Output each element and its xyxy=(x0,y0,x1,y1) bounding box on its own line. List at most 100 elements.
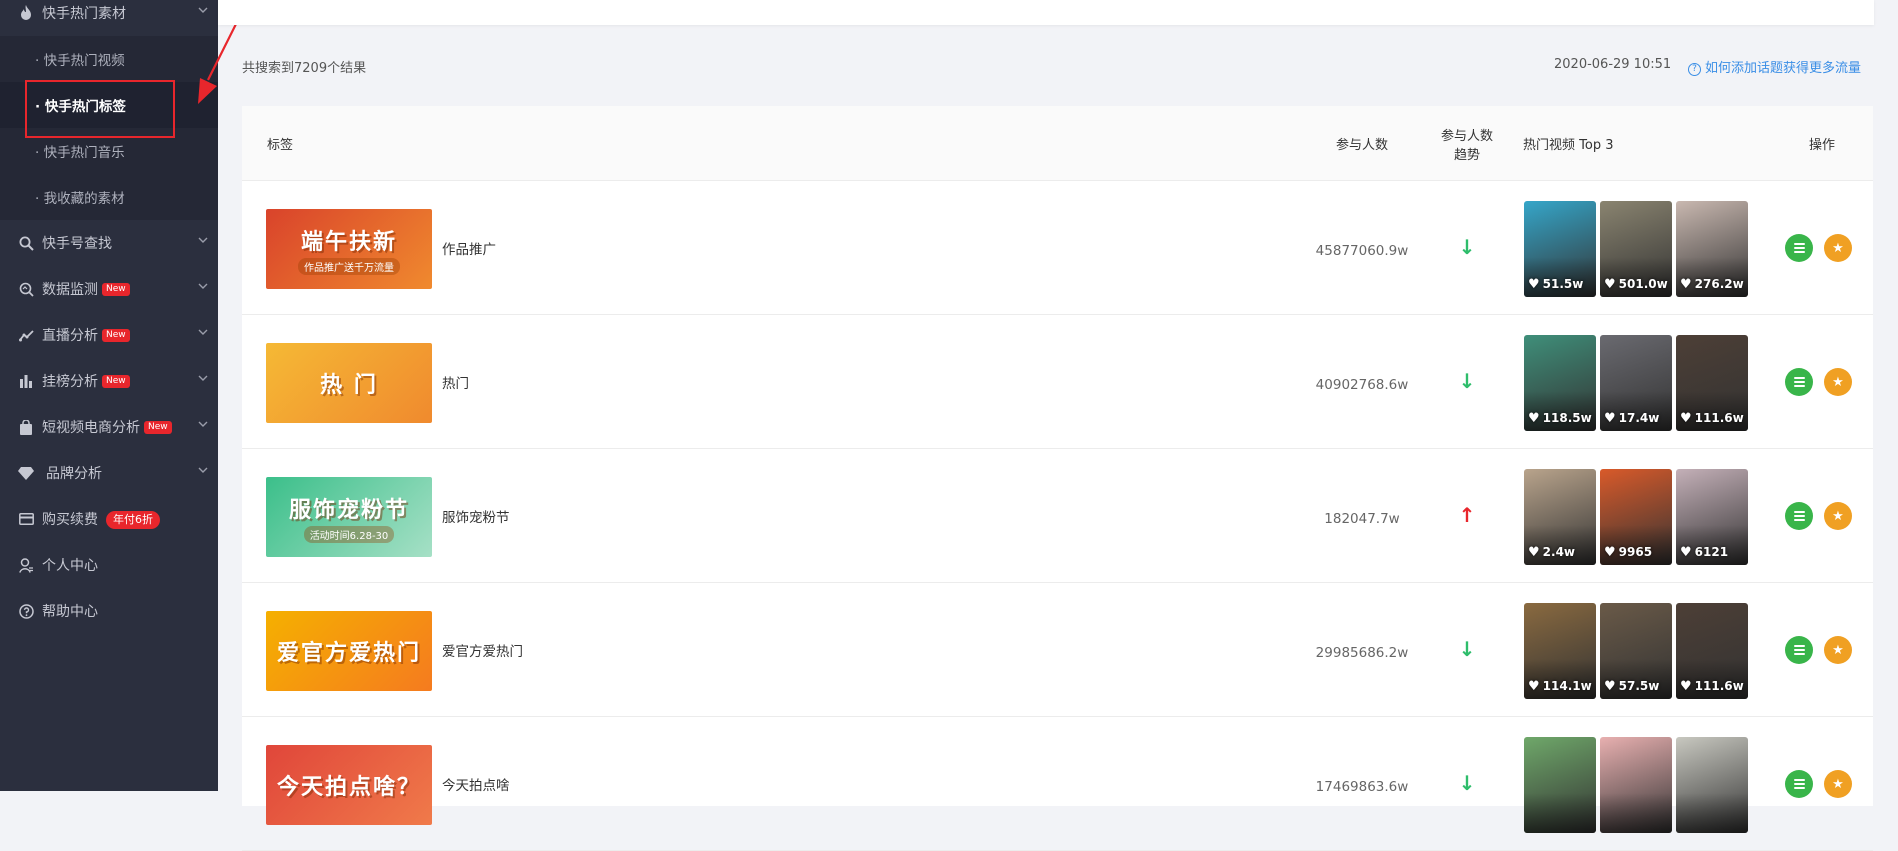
chevron-down-icon xyxy=(198,281,208,292)
bar-chart-icon xyxy=(18,373,34,389)
table-row: 服饰宠粉节 活动时间6.28-30 服饰宠粉节 182047.7w ↑ ♥ 2.4… xyxy=(242,449,1873,583)
sidebar-item-goods-analysis[interactable]: 挂榜分析 New xyxy=(0,358,218,404)
favorite-button[interactable]: ★ xyxy=(1824,770,1852,798)
thumb-subtext: 作品推广送千万流量 xyxy=(298,257,400,275)
top-video-thumbnail[interactable]: ♥ 2.4w xyxy=(1524,469,1596,565)
sidebar-item-account-search[interactable]: 快手号查找 xyxy=(0,220,218,266)
tag-name[interactable]: 今天拍点啥 xyxy=(442,774,510,794)
video-likes: ♥ 114.1w xyxy=(1528,679,1592,694)
promo-badge: 年付6折 xyxy=(106,511,160,529)
video-shade xyxy=(1524,793,1596,833)
detail-button[interactable] xyxy=(1785,636,1813,664)
detail-button[interactable] xyxy=(1785,234,1813,262)
sidebar-item-label: 购买续费 xyxy=(42,512,98,528)
sidebar-subitem-label: · 快手热门音乐 xyxy=(35,145,125,161)
chevron-down-icon xyxy=(198,373,208,384)
top-video-thumbnail[interactable] xyxy=(1524,737,1596,833)
top-video-thumbnail[interactable]: ♥ 17.4w xyxy=(1600,335,1672,431)
tag-thumbnail[interactable]: 服饰宠粉节 活动时间6.28-30 xyxy=(266,477,432,557)
sidebar-subitem-hot-videos[interactable]: · 快手热门视频 xyxy=(0,36,218,82)
star-icon: ★ xyxy=(1832,642,1844,658)
table-row: 爱官方爱热门 爱官方爱热门 29985686.2w ↓ ♥ 114.1w ♥ 57.5… xyxy=(242,583,1873,717)
video-likes-count: 118.5w xyxy=(1542,411,1592,425)
favorite-button[interactable]: ★ xyxy=(1824,234,1852,262)
video-likes-count: 276.2w xyxy=(1694,277,1744,291)
video-likes: ♥ 2.4w xyxy=(1528,545,1575,560)
top-video-thumbnail[interactable] xyxy=(1676,737,1748,833)
help-topic-link-label: 如何添加话题获得更多流量 xyxy=(1705,61,1862,76)
favorite-button[interactable]: ★ xyxy=(1824,636,1852,664)
top-video-thumbnail[interactable]: ♥ 501.0w xyxy=(1600,201,1672,297)
video-likes: ♥ 501.0w xyxy=(1604,277,1668,292)
participant-count: 29985686.2w xyxy=(1315,645,1409,661)
tag-table: 标签 参与人数 参与人数 趋势 热门视频 Top 3 操作 端午扶新 作品推广送… xyxy=(242,106,1873,851)
sidebar-item-label: 帮助中心 xyxy=(42,604,98,620)
top-video-thumbnail[interactable]: ♥ 114.1w xyxy=(1524,603,1596,699)
top-video-thumbnail[interactable]: ♥ 276.2w xyxy=(1676,201,1748,297)
top-video-thumbnail[interactable]: ♥ 6121 xyxy=(1676,469,1748,565)
tag-name[interactable]: 热门 xyxy=(442,372,469,392)
fire-icon xyxy=(18,5,34,21)
top-video-thumbnail[interactable]: ♥ 9965 xyxy=(1600,469,1672,565)
thumb-text: 爱官方爱热门 xyxy=(276,641,421,666)
tag-thumbnail[interactable]: 端午扶新 作品推广送千万流量 xyxy=(266,209,432,289)
table-header: 标签 参与人数 参与人数 趋势 热门视频 Top 3 操作 xyxy=(242,106,1873,181)
tag-thumbnail[interactable]: 今天拍点啥？ xyxy=(266,745,432,825)
tag-thumbnail[interactable]: 爱官方爱热门 xyxy=(266,611,432,691)
help-topic-link[interactable]: ? 如何添加话题获得更多流量 xyxy=(1688,57,1861,76)
sidebar-item-live-analysis[interactable]: 直播分析 New xyxy=(0,312,218,358)
sidebar-subitem-hot-tags[interactable]: · 快手热门标签 xyxy=(0,82,218,128)
sidebar-item-ecommerce-analysis[interactable]: 短视频电商分析 New xyxy=(0,404,218,450)
trend-down-icon: ↓ xyxy=(1458,637,1476,661)
top-video-thumbnail[interactable]: ♥ 111.6w xyxy=(1676,603,1748,699)
sidebar-item-label: 挂榜分析 xyxy=(42,374,98,390)
sidebar-subitem-hot-music[interactable]: · 快手热门音乐 xyxy=(0,128,218,174)
sidebar-item-personal-center[interactable]: 个人中心 xyxy=(0,542,218,588)
tag-thumbnail[interactable]: 热 门 xyxy=(266,343,432,423)
table-row: 热 门 热门 40902768.6w ↓ ♥ 118.5w ♥ 17.4w ♥ 111.6… xyxy=(242,315,1873,449)
sidebar-item-brand-analysis[interactable]: 品牌分析 xyxy=(0,450,218,496)
video-likes-count: 2.4w xyxy=(1542,545,1575,559)
top-video-thumbnail[interactable]: ♥ 111.6w xyxy=(1676,335,1748,431)
tag-name[interactable]: 爱官方爱热门 xyxy=(442,640,523,660)
video-likes-count: 111.6w xyxy=(1694,411,1744,425)
heart-icon: ♥ xyxy=(1604,679,1616,694)
video-likes: ♥ 111.6w xyxy=(1680,679,1744,694)
list-icon xyxy=(1793,779,1805,789)
search-icon xyxy=(18,235,34,251)
favorite-button[interactable]: ★ xyxy=(1824,502,1852,530)
sidebar-item-help-center[interactable]: 帮助中心 xyxy=(0,588,218,634)
top-video-thumbnail[interactable]: ♥ 57.5w xyxy=(1600,603,1672,699)
sidebar-item-data-monitor[interactable]: 数据监测 New xyxy=(0,266,218,312)
update-time: 2020-06-29 10:51 xyxy=(1554,57,1672,72)
detail-button[interactable] xyxy=(1785,502,1813,530)
heart-icon: ♥ xyxy=(1528,277,1540,292)
top-video-thumbnail[interactable]: ♥ 118.5w xyxy=(1524,335,1596,431)
favorite-button[interactable]: ★ xyxy=(1824,368,1852,396)
top-video-thumbnail[interactable]: ♥ 51.5w xyxy=(1524,201,1596,297)
video-likes: ♥ 111.6w xyxy=(1680,411,1744,426)
participant-count: 40902768.6w xyxy=(1315,377,1409,393)
thumb-text: 今天拍点啥？ xyxy=(276,775,421,800)
shopping-bag-icon xyxy=(18,419,34,435)
star-icon: ★ xyxy=(1832,776,1844,792)
top-video-thumbnail[interactable] xyxy=(1600,737,1672,833)
list-icon xyxy=(1793,645,1805,655)
detail-button[interactable] xyxy=(1785,368,1813,396)
header-tag: 标签 xyxy=(267,138,294,153)
sidebar-item-purchase[interactable]: 购买续费 年付6折 xyxy=(0,496,218,542)
tag-name[interactable]: 作品推广 xyxy=(442,238,496,258)
video-likes-count: 111.6w xyxy=(1694,679,1744,693)
tag-name[interactable]: 服饰宠粉节 xyxy=(442,506,510,526)
star-icon: ★ xyxy=(1832,240,1844,256)
star-icon: ★ xyxy=(1832,508,1844,524)
detail-button[interactable] xyxy=(1785,770,1813,798)
trend-up-icon: ↑ xyxy=(1458,503,1476,527)
video-likes: ♥ 276.2w xyxy=(1680,277,1744,292)
heart-icon: ♥ xyxy=(1604,545,1616,560)
sidebar-item-hot-materials[interactable]: 快手热门素材 xyxy=(0,0,218,36)
sidebar-item-label: 快手热门素材 xyxy=(42,6,126,22)
list-icon xyxy=(1793,243,1805,253)
sidebar-subitem-favorites[interactable]: · 我收藏的素材 xyxy=(0,174,218,220)
heart-icon: ♥ xyxy=(1604,411,1616,426)
